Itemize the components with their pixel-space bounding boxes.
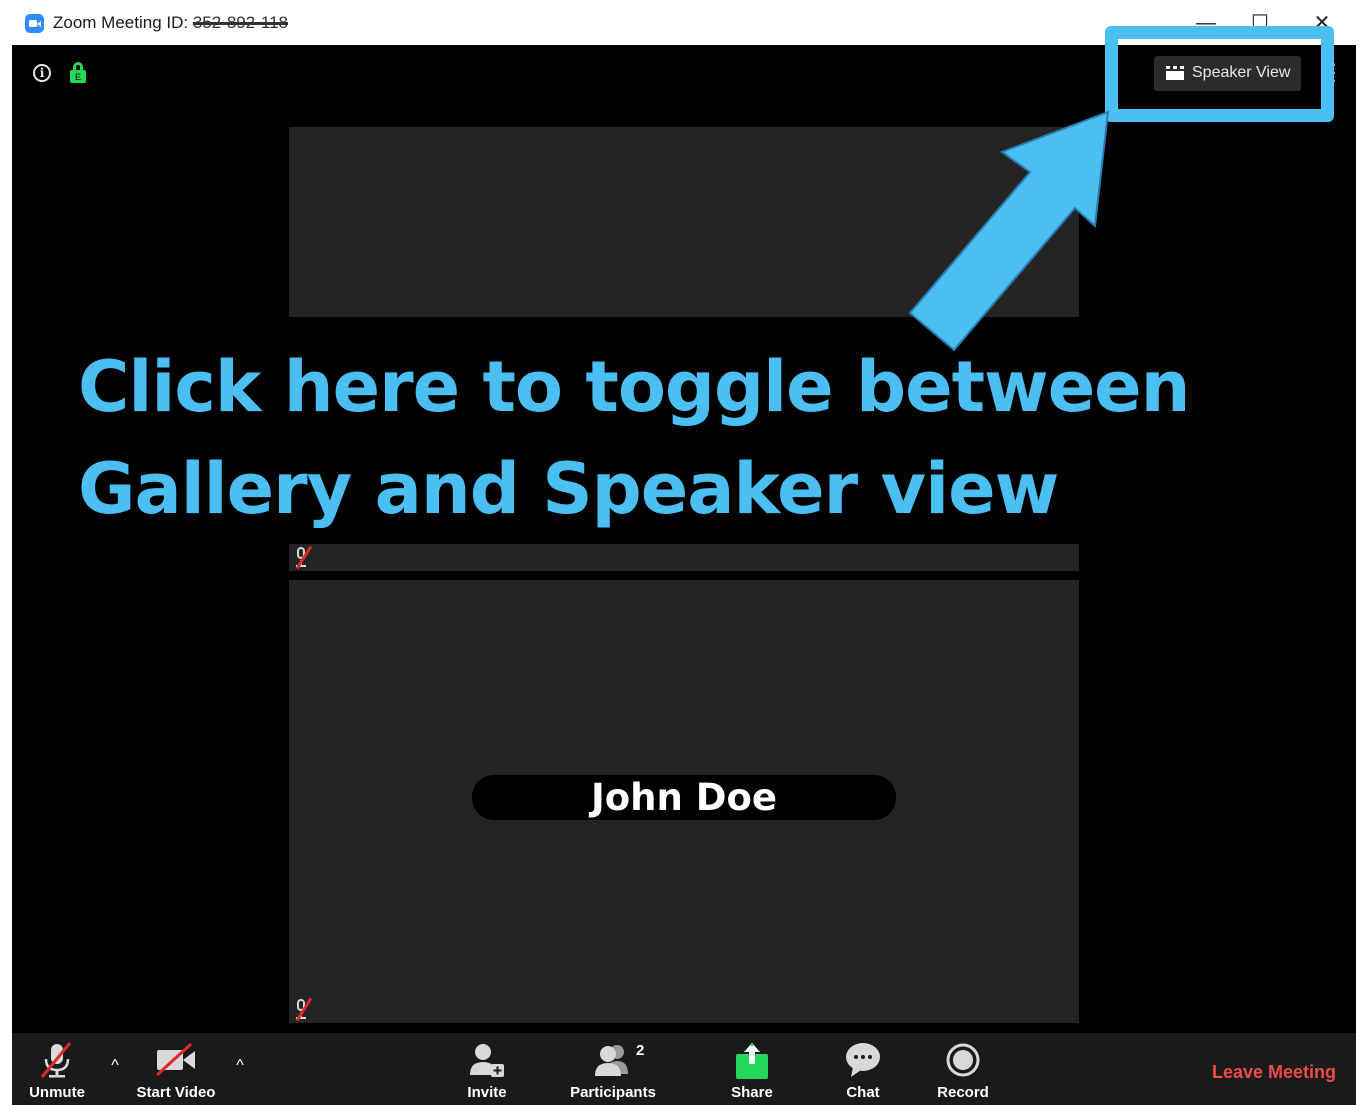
- chat-bubble-icon: [846, 1043, 880, 1077]
- video-options-caret[interactable]: ^: [230, 1058, 250, 1074]
- invite-label: Invite: [467, 1084, 507, 1101]
- zoom-app-icon: [25, 14, 44, 33]
- chat-label: Chat: [846, 1084, 880, 1101]
- audio-options-caret[interactable]: ^: [105, 1058, 125, 1074]
- start-video-label: Start Video: [136, 1084, 216, 1101]
- record-button[interactable]: Record: [928, 1033, 998, 1105]
- zoom-meeting-window: Zoom Meeting ID: 352-892-118 — ☐ ✕ i E S…: [12, 0, 1356, 1105]
- leave-meeting-button[interactable]: Leave Meeting: [1204, 1058, 1344, 1086]
- lock-letter: E: [70, 70, 86, 83]
- window-title-prefix: Zoom Meeting ID:: [53, 13, 193, 32]
- meeting-id: 352-892-118: [192, 13, 288, 32]
- record-label: Record: [937, 1084, 989, 1101]
- share-label: Share: [731, 1084, 773, 1101]
- share-button[interactable]: Share: [717, 1033, 787, 1105]
- meeting-info-icon[interactable]: i: [33, 64, 51, 82]
- muted-mic-icon: [291, 997, 313, 1023]
- participants-label: Participants: [570, 1084, 656, 1101]
- participants-button[interactable]: 2 Participants: [565, 1033, 661, 1105]
- window-title: Zoom Meeting ID: 352-892-118: [53, 13, 288, 33]
- video-off-icon: [155, 1042, 195, 1077]
- participants-count-badge: 2: [636, 1042, 645, 1059]
- invite-person-icon: [470, 1044, 504, 1077]
- start-video-button[interactable]: Start Video: [130, 1033, 222, 1105]
- invite-button[interactable]: Invite: [452, 1033, 522, 1105]
- microphone-muted-icon: [40, 1042, 72, 1078]
- video-tile-strip[interactable]: [289, 544, 1079, 571]
- unmute-label: Unmute: [29, 1084, 85, 1101]
- encryption-lock-icon[interactable]: E: [70, 62, 86, 84]
- video-tile-main[interactable]: John Doe: [289, 580, 1079, 1023]
- annotation-text: Click here to toggle between Gallery and…: [78, 346, 1190, 530]
- share-screen-icon: [736, 1043, 768, 1079]
- participant-name: John Doe: [472, 775, 896, 820]
- chat-button[interactable]: Chat: [828, 1033, 898, 1105]
- record-icon: [946, 1043, 980, 1077]
- muted-mic-icon: [291, 545, 313, 571]
- unmute-button[interactable]: Unmute: [22, 1033, 92, 1105]
- participants-icon: [595, 1045, 628, 1076]
